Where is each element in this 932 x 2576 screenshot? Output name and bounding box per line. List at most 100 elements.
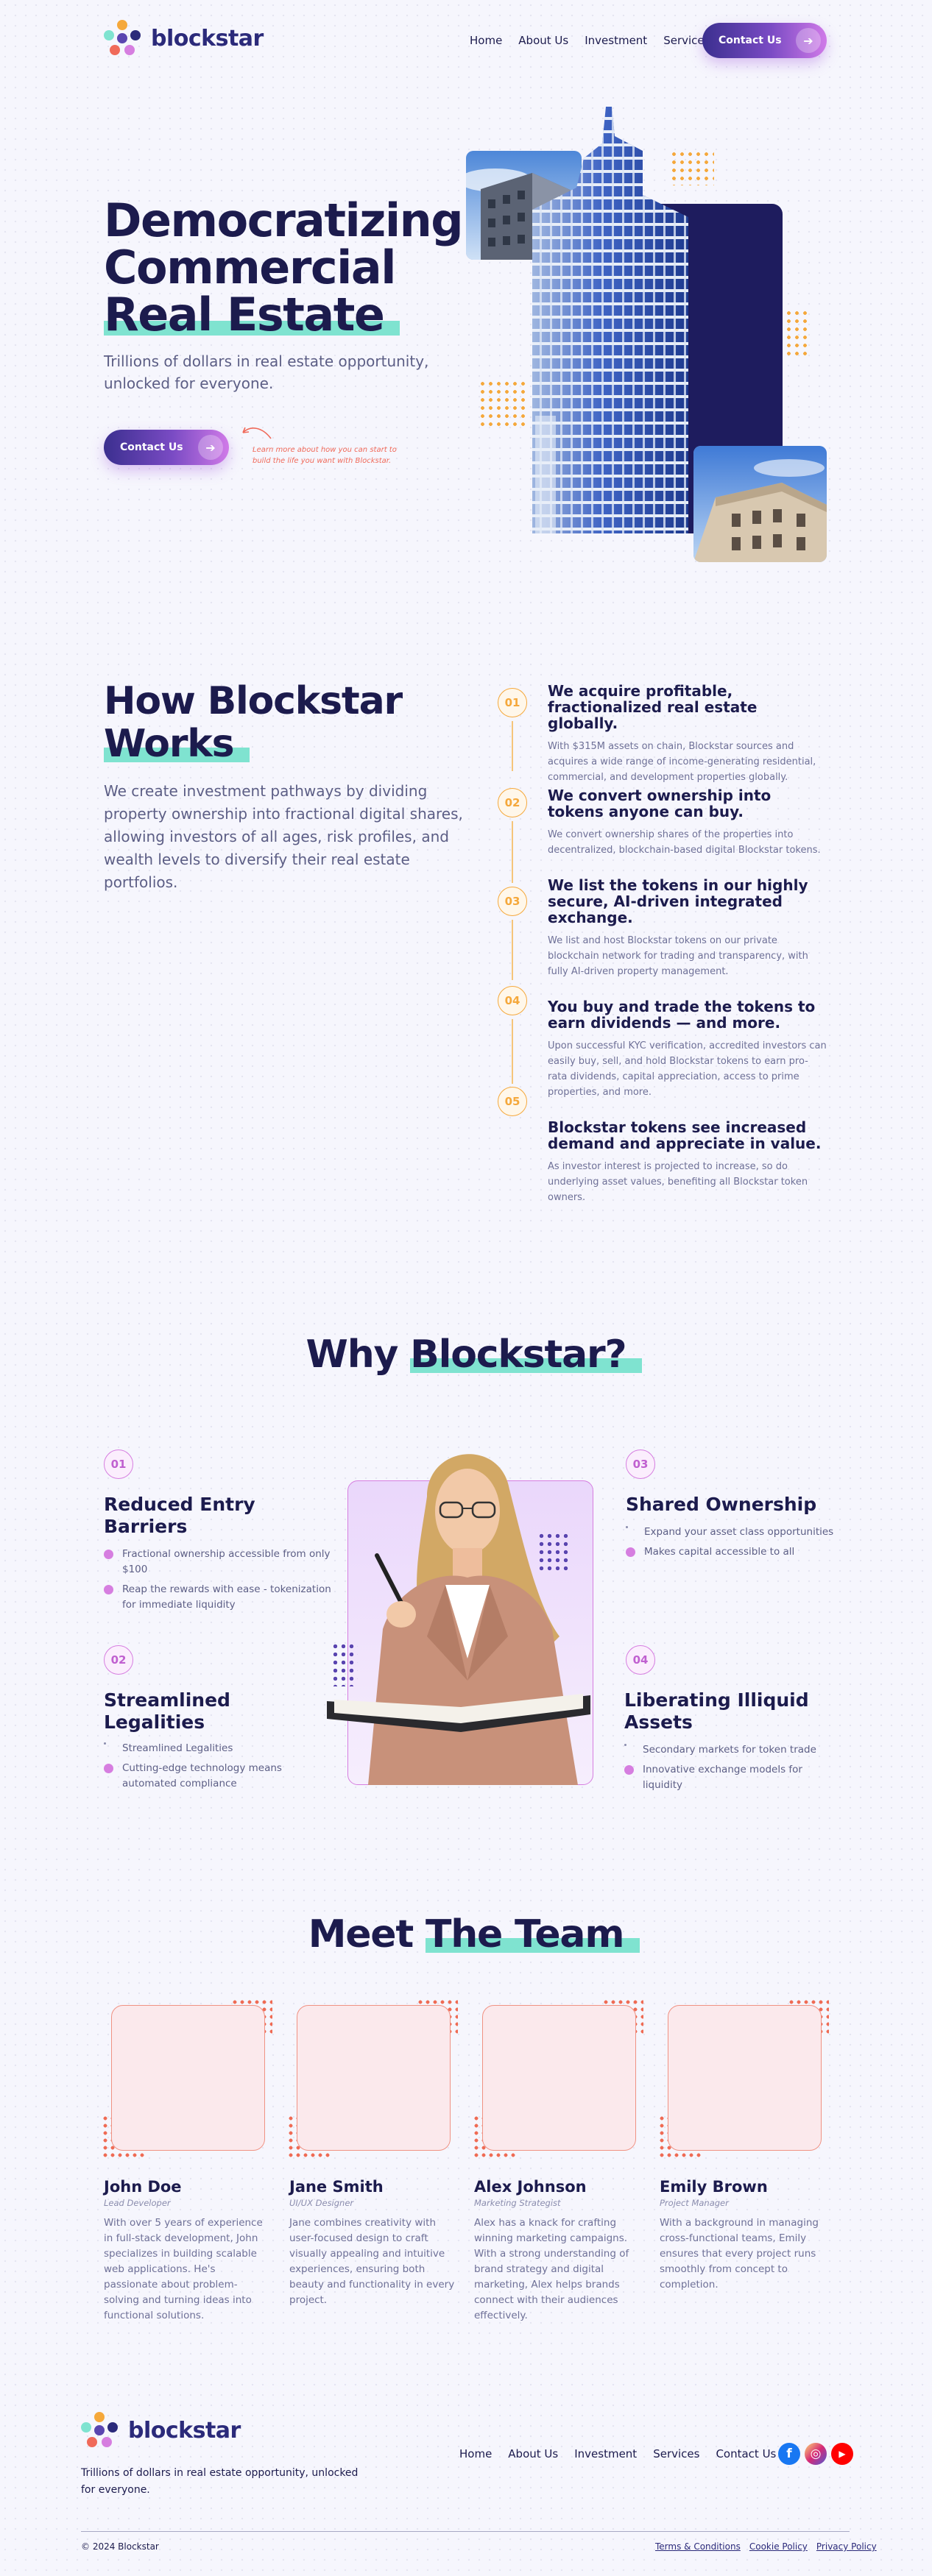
step-connector xyxy=(512,721,513,771)
youtube-icon[interactable]: ▶ xyxy=(831,2443,853,2465)
logo-icon xyxy=(81,2412,118,2449)
bullet-dot-icon xyxy=(626,1547,635,1557)
step-text: We list and host Blockstar tokens on our… xyxy=(548,935,808,977)
how-title: How Blockstar Works xyxy=(104,679,403,766)
header-contact-button[interactable]: Contact Us ➔ xyxy=(702,23,827,58)
team-photo-placeholder xyxy=(668,2005,822,2151)
footer-nav-investment[interactable]: Investment xyxy=(574,2447,637,2460)
why-number: 02 xyxy=(104,1645,133,1675)
decor-dots xyxy=(785,309,811,358)
facebook-icon[interactable]: f xyxy=(778,2443,800,2465)
team-member-role: Project Manager xyxy=(660,2198,729,2208)
footer-nav-home[interactable]: Home xyxy=(459,2447,492,2460)
team-member: John Doe Lead Developer With over 5 year… xyxy=(104,2178,269,2324)
step-title: Blockstar tokens see increased demand an… xyxy=(548,1118,822,1152)
header-logo[interactable]: blockstar xyxy=(104,20,264,57)
step-title: You buy and trade the tokens to earn div… xyxy=(548,998,816,1032)
footer-nav-about-us[interactable]: About Us xyxy=(508,2447,558,2460)
step-number: 03 xyxy=(498,887,527,916)
social-links: f ◎ ▶ xyxy=(778,2443,853,2465)
privacy-policy-link[interactable]: Privacy Policy xyxy=(816,2541,877,2552)
step-item: Blockstar tokens see increased demand an… xyxy=(548,1119,827,1205)
step-item: We convert ownership into tokens anyone … xyxy=(548,787,827,858)
why-feature-title: Reduced Entry Barriers xyxy=(104,1494,255,1537)
hero-contact-button[interactable]: Contact Us ➔ xyxy=(104,430,229,465)
decor-dots xyxy=(479,380,529,428)
why-feature: Reduced Entry Barriers Fractional owners… xyxy=(104,1494,332,1613)
how-title-highlight: Works xyxy=(104,722,250,766)
step-connector xyxy=(512,821,513,883)
team-title: Meet The Team xyxy=(308,1912,640,1956)
footer-nav-contact-us[interactable]: Contact Us xyxy=(716,2447,776,2460)
step-number: 04 xyxy=(498,986,527,1015)
portrait-image xyxy=(317,1416,611,1785)
hero-note: Learn more about how you can start to bu… xyxy=(253,446,397,465)
hero-title-highlight: Real Estate xyxy=(104,288,400,341)
team-member-role: Lead Developer xyxy=(104,2198,171,2208)
why-number: 04 xyxy=(626,1645,655,1675)
step-number: 02 xyxy=(498,788,527,817)
terms-link[interactable]: Terms & Conditions xyxy=(655,2541,741,2552)
why-number: 03 xyxy=(626,1450,655,1479)
bullet-dot-icon xyxy=(104,1585,113,1594)
why-point: Expand your asset class opportunities xyxy=(626,1525,839,1540)
bullet-dot-icon xyxy=(104,1764,113,1773)
step-text: With $315M assets on chain, Blockstar so… xyxy=(548,741,816,783)
why-title-highlight: Blockstar? xyxy=(410,1333,643,1377)
main-nav: Home About Us Investment Services xyxy=(470,34,710,47)
team-photo-placeholder xyxy=(297,2005,451,2151)
why-point: Secondary markets for token trade xyxy=(624,1742,823,1758)
footer-nav: Home About Us Investment Services Contac… xyxy=(459,2447,776,2460)
why-feature-title: Shared Ownership xyxy=(626,1494,817,1515)
logo-icon xyxy=(104,20,141,57)
step-connector xyxy=(512,1019,513,1084)
brand-name: blockstar xyxy=(128,2417,241,2444)
step-text: Upon successful KYC verification, accred… xyxy=(548,1040,827,1098)
team-member-bio: With over 5 years of experience in full-… xyxy=(104,2217,263,2321)
team-member-bio: Jane combines creativity with user-focus… xyxy=(289,2217,455,2306)
how-description: We create investment pathways by dividin… xyxy=(104,782,463,891)
team-photo-placeholder xyxy=(482,2005,636,2151)
footer-divider xyxy=(81,2531,850,2532)
team-member: Alex Johnson Marketing Strategist Alex h… xyxy=(474,2178,640,2324)
instagram-icon[interactable]: ◎ xyxy=(805,2443,827,2465)
step-connector xyxy=(512,920,513,980)
brand-name: blockstar xyxy=(151,25,264,52)
team-title-highlight: The Team xyxy=(425,1912,640,1956)
footer-tagline: Trillions of dollars in real estate oppo… xyxy=(81,2467,359,2496)
why-point: Innovative exchange models for liquidity xyxy=(624,1762,823,1793)
team-member-name: John Doe xyxy=(104,2178,182,2196)
team-member-role: UI/UX Designer xyxy=(289,2198,354,2208)
building-photo-classic xyxy=(693,446,827,562)
step-item: You buy and trade the tokens to earn div… xyxy=(548,998,827,1100)
footer-nav-services[interactable]: Services xyxy=(653,2447,699,2460)
cookie-policy-link[interactable]: Cookie Policy xyxy=(749,2541,808,2552)
why-feature: Shared Ownership Expand your asset class… xyxy=(626,1494,839,1560)
team-member-role: Marketing Strategist xyxy=(474,2198,561,2208)
team-member: Emily Brown Project Manager With a backg… xyxy=(660,2178,825,2293)
step-text: As investor interest is projected to inc… xyxy=(548,1161,808,1203)
why-point: Fractional ownership accessible from onl… xyxy=(104,1547,332,1578)
team-member-name: Emily Brown xyxy=(660,2178,768,2196)
hero-title: Democratizing Commercial Real Estate xyxy=(104,194,464,341)
step-title: We acquire profitable, fractionalized re… xyxy=(548,682,758,732)
why-feature: Liberating Illiquid Assets Secondary mar… xyxy=(624,1689,823,1793)
why-number: 01 xyxy=(104,1450,133,1479)
footer-logo[interactable]: blockstar xyxy=(81,2412,241,2449)
why-feature-title: Streamlined Legalities xyxy=(104,1689,230,1733)
nav-about-us[interactable]: About Us xyxy=(518,34,568,47)
bullet-dot-icon xyxy=(624,1765,634,1775)
building-photo-tower xyxy=(532,107,688,533)
nav-investment[interactable]: Investment xyxy=(585,34,647,47)
why-point: Reap the rewards with ease - tokenizatio… xyxy=(104,1582,332,1613)
team-member-name: Jane Smith xyxy=(289,2178,384,2196)
footer-copyright: © 2024 Blockstar xyxy=(81,2541,159,2552)
nav-home[interactable]: Home xyxy=(470,34,502,47)
bullet-dot-icon xyxy=(624,1744,626,1746)
team-photo-placeholder xyxy=(111,2005,265,2151)
step-title: We convert ownership into tokens anyone … xyxy=(548,787,772,820)
step-number: 01 xyxy=(498,688,527,717)
hero-subtitle: Trillions of dollars in real estate oppo… xyxy=(104,352,429,392)
step-title: We list the tokens in our highly secure,… xyxy=(548,876,808,926)
team-member: Jane Smith UI/UX Designer Jane combines … xyxy=(289,2178,455,2308)
